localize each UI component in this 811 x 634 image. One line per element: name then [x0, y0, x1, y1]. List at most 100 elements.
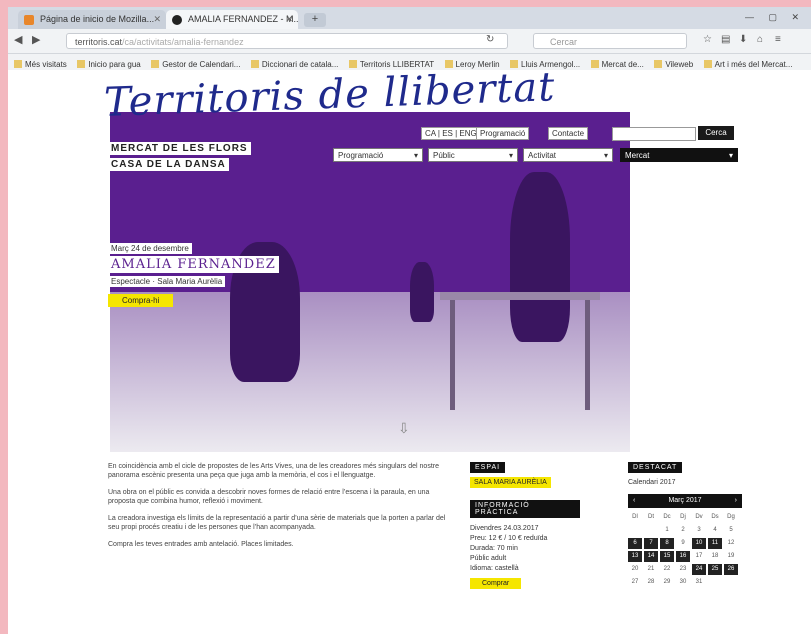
- browser-window: Página de inicio de Mozilla... ✕ AMALIA …: [8, 7, 811, 634]
- section-label: DESTACAT: [628, 462, 683, 473]
- bookmark-item[interactable]: Més visitats: [14, 57, 67, 70]
- home-icon[interactable]: ⌂: [757, 34, 763, 45]
- calendar-day[interactable]: 12: [724, 538, 738, 549]
- calendar-day[interactable]: 25: [708, 564, 722, 575]
- folder-icon: [14, 60, 22, 68]
- bookmark-item[interactable]: Art i més del Mercat...: [703, 57, 792, 70]
- calendar-day[interactable]: 21: [644, 564, 658, 575]
- venue-link[interactable]: MERCAT DE LES FLORS: [108, 142, 251, 155]
- menu-icon[interactable]: ≡: [775, 34, 781, 45]
- calendar-day[interactable]: 1: [660, 525, 674, 536]
- next-month-icon[interactable]: ›: [735, 494, 737, 508]
- calendar-day[interactable]: 6: [628, 538, 642, 549]
- chevron-down-icon: ▾: [508, 151, 513, 160]
- calendar-day[interactable]: 31: [692, 577, 706, 588]
- bookmark-item[interactable]: Inicio para gua: [77, 57, 141, 70]
- calendar-day[interactable]: 2: [676, 525, 690, 536]
- calendar-day[interactable]: 19: [724, 551, 738, 562]
- calendar-header: ‹ Març 2017 ›: [628, 494, 742, 508]
- calendar-weekday: Dg: [727, 514, 735, 520]
- venue-tag[interactable]: SALA MARIA AURÈLIA: [470, 477, 551, 488]
- tab-title: AMALIA FERNANDEZ - M...: [188, 14, 298, 24]
- calendar-day[interactable]: 29: [660, 577, 674, 588]
- prev-month-icon[interactable]: ‹: [633, 494, 635, 508]
- calendar-day[interactable]: 20: [628, 564, 642, 575]
- buy-tickets-button[interactable]: Compra-hi: [108, 294, 174, 307]
- calendar-day: [724, 577, 738, 588]
- section-label: ESPAI: [470, 462, 506, 473]
- event-title: AMALIA FERNANDEZ: [108, 256, 279, 273]
- tab-bar: Página de inicio de Mozilla... ✕ AMALIA …: [8, 7, 811, 29]
- filter-dropdown[interactable]: Mercat ▾: [620, 148, 738, 162]
- filter-dropdown[interactable]: Públic ▾: [428, 148, 518, 162]
- header-link[interactable]: Programació: [476, 127, 530, 140]
- venue-link[interactable]: CASA DE LA DANSA: [108, 158, 229, 171]
- close-tab-icon[interactable]: ✕: [285, 10, 293, 29]
- reading-list-icon[interactable]: ▤: [721, 34, 730, 45]
- hero-performer-figure: [510, 172, 570, 342]
- article-paragraph: Una obra on el públic es convida a desco…: [108, 489, 430, 505]
- bookmark-item[interactable]: Gestor de Calendari...: [151, 57, 240, 70]
- calendar-weekday: Ds: [711, 514, 719, 520]
- calendar-day[interactable]: 27: [628, 577, 642, 588]
- url-bar[interactable]: territoris.cat/ca/activitats/amalia-fern…: [66, 33, 508, 49]
- event-sidebar: ESPAI SALA MARIA AURÈLIA INFORMACIÓ PRÀC…: [470, 462, 580, 589]
- event-subtitle: Espectacle · Sala Maria Aurèlia: [108, 276, 226, 287]
- language-switcher[interactable]: CA | ES | ENG: [421, 127, 481, 140]
- calendar-weekday: Dv: [695, 514, 703, 520]
- site-search-button[interactable]: Cerca: [698, 126, 734, 140]
- bookmark-item[interactable]: Mercat de...: [590, 57, 644, 70]
- browser-tab-2[interactable]: AMALIA FERNANDEZ - M... ✕: [166, 10, 298, 29]
- star-icon[interactable]: ☆: [703, 34, 712, 45]
- buy-button[interactable]: Comprar: [470, 578, 522, 589]
- article-paragraph: En coincidència amb el cicle de proposte…: [108, 463, 439, 479]
- forward-icon[interactable]: ▶: [32, 33, 40, 46]
- calendar-day[interactable]: 13: [628, 551, 642, 562]
- calendar-weekday: Dl: [632, 514, 638, 520]
- calendar-day[interactable]: 30: [676, 577, 690, 588]
- calendar-grid: Dl Dt Dc Dj Dv Ds Dg 1 2 3 4 5 6 7 8 9 10 11 12 13 14 15 16 17 1…: [628, 512, 742, 588]
- browser-tab-1[interactable]: Página de inicio de Mozilla... ✕: [18, 10, 166, 29]
- calendar-day[interactable]: 10: [692, 538, 706, 549]
- header-link[interactable]: Contacte: [548, 127, 589, 140]
- calendar-day[interactable]: 15: [660, 551, 674, 562]
- calendar-day: [708, 577, 722, 588]
- calendar-day[interactable]: 7: [644, 538, 658, 549]
- calendar-day[interactable]: 18: [708, 551, 722, 562]
- calendar-day[interactable]: 16: [676, 551, 690, 562]
- bookmark-item[interactable]: Diccionari de catala...: [250, 57, 338, 70]
- calendar-day[interactable]: 14: [644, 551, 658, 562]
- calendar-month: Març 2017: [668, 497, 702, 504]
- calendar-widget: DESTACAT Calendari 2017 ‹ Març 2017 › Dl…: [628, 462, 742, 588]
- calendar-day[interactable]: 24: [692, 564, 706, 575]
- calendar-day[interactable]: 17: [692, 551, 706, 562]
- bookmark-item[interactable]: Vileweb: [654, 57, 693, 70]
- folder-icon: [590, 60, 599, 68]
- calendar-day[interactable]: 22: [660, 564, 674, 575]
- calendar-day[interactable]: 26: [724, 564, 738, 575]
- filter-dropdown[interactable]: Programació ▾: [333, 148, 423, 162]
- calendar-day[interactable]: 8: [660, 538, 674, 549]
- reload-icon[interactable]: ↻: [486, 34, 494, 45]
- chevron-down-icon: ▾: [728, 151, 733, 160]
- new-tab-button[interactable]: +: [304, 13, 326, 27]
- close-tab-icon[interactable]: ✕: [153, 10, 161, 29]
- folder-icon: [77, 60, 86, 68]
- back-icon[interactable]: ◀: [14, 33, 22, 46]
- window-controls[interactable]: — ▢ ✕: [745, 12, 805, 23]
- filter-dropdown[interactable]: Activitat ▾: [523, 148, 613, 162]
- chevron-down-icon: ▾: [413, 151, 418, 160]
- calendar-day[interactable]: 28: [644, 577, 658, 588]
- hero-table-leg: [585, 300, 590, 410]
- calendar-day[interactable]: 9: [676, 538, 690, 549]
- calendar-day[interactable]: 3: [692, 525, 706, 536]
- scroll-down-icon[interactable]: ⇩: [398, 420, 410, 437]
- calendar-day[interactable]: 4: [708, 525, 722, 536]
- site-search-input[interactable]: [612, 127, 696, 141]
- calendar-day[interactable]: 23: [676, 564, 690, 575]
- browser-search-input[interactable]: Cercar: [533, 33, 687, 49]
- hero-table: [440, 292, 600, 300]
- download-icon[interactable]: ⬇: [739, 34, 747, 45]
- calendar-day[interactable]: 11: [708, 538, 722, 549]
- calendar-day[interactable]: 5: [724, 525, 738, 536]
